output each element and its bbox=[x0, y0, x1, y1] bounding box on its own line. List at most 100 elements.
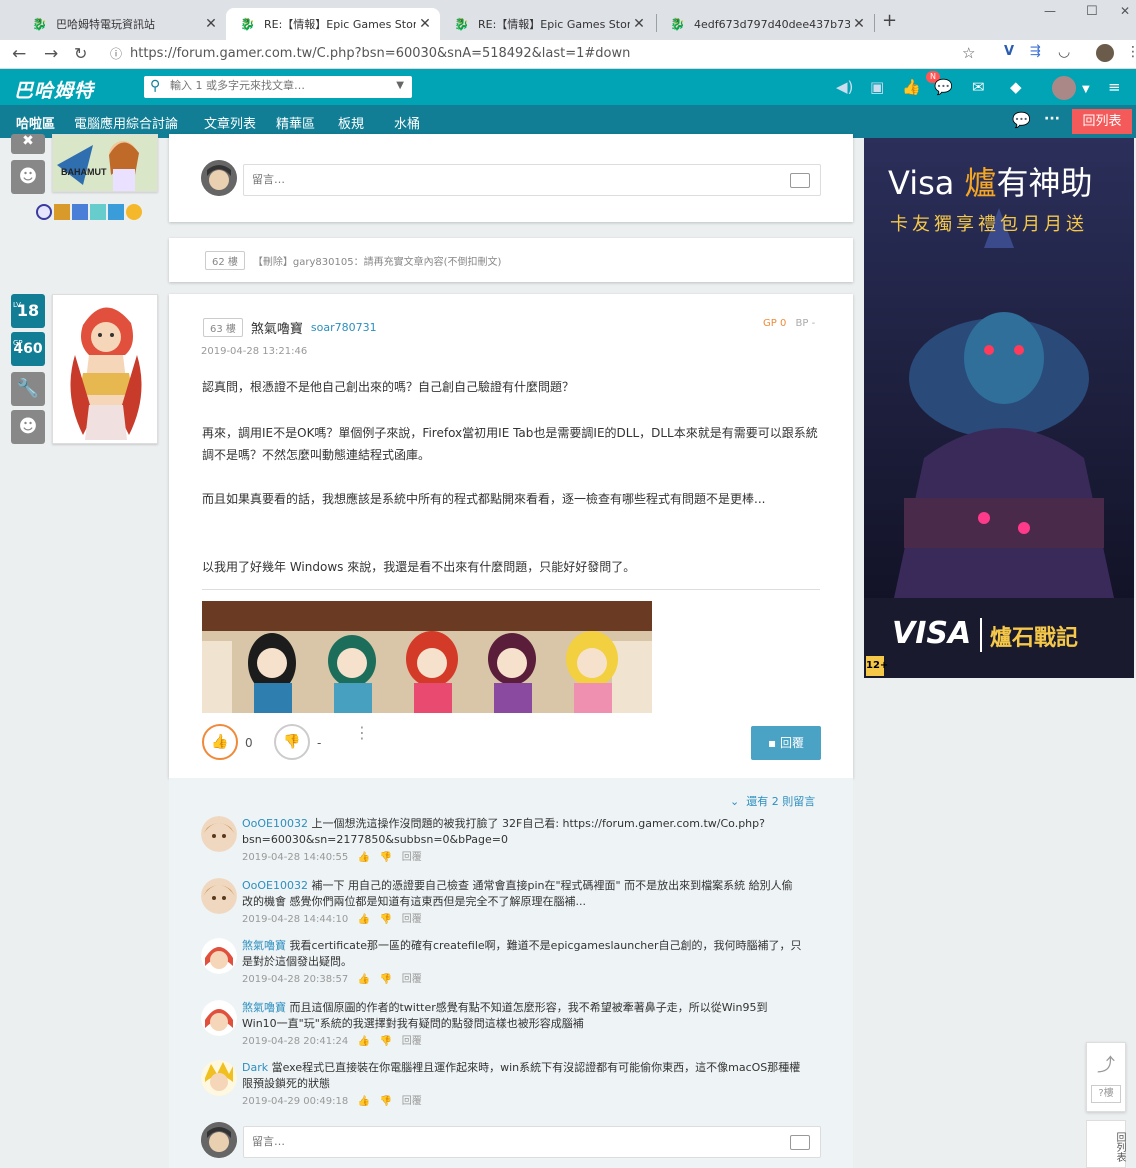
extension-arrows-icon[interactable]: ⇶ bbox=[1030, 44, 1041, 59]
pocket-icon[interactable]: ◡ bbox=[1058, 44, 1070, 60]
chat-icon[interactable]: 💬 bbox=[1012, 111, 1031, 129]
close-window-button[interactable]: ✕ bbox=[1120, 4, 1130, 18]
mask-icon[interactable]: ☻ bbox=[11, 410, 45, 444]
back-to-list-button[interactable]: 回列表 bbox=[1072, 109, 1132, 134]
post-image[interactable] bbox=[202, 601, 652, 713]
tool-icon[interactable]: ✖ bbox=[11, 134, 45, 154]
mail-icon[interactable]: ✉ bbox=[972, 78, 985, 96]
menu-dots-icon[interactable]: ⋮ bbox=[1126, 44, 1136, 60]
nav-article-list[interactable]: 文章列表 bbox=[204, 113, 256, 132]
bp-dislike-button[interactable]: 👎 bbox=[274, 724, 310, 760]
hamburger-menu-icon[interactable]: ≡ bbox=[1108, 78, 1121, 96]
wrench-icon[interactable]: 🔧 bbox=[11, 372, 45, 406]
reload-icon[interactable]: ↻ bbox=[74, 44, 87, 64]
comment-user[interactable]: OoOE10032 bbox=[242, 817, 308, 830]
close-tab-icon[interactable]: ✕ bbox=[850, 16, 868, 32]
address-bar[interactable]: ⓘ https://forum.gamer.com.tw/C.php?bsn=6… bbox=[104, 43, 990, 65]
close-tab-icon[interactable]: ✕ bbox=[202, 16, 220, 32]
like-icon[interactable]: 👍 bbox=[358, 974, 370, 985]
nav-featured[interactable]: 精華區 bbox=[276, 113, 315, 132]
back-to-list-side-button[interactable]: 回列表 bbox=[1086, 1120, 1126, 1168]
image-upload-icon[interactable] bbox=[790, 1135, 810, 1150]
like-icon[interactable]: 👍 bbox=[902, 78, 921, 96]
chat-bubble-icon[interactable]: 💬 bbox=[934, 78, 953, 96]
like-icon[interactable]: 👍 bbox=[358, 852, 370, 863]
browser-tab[interactable]: 🐉 4edf673d797d40dee437b73bf ✕ bbox=[656, 8, 874, 40]
browser-tab[interactable]: 🐉 巴哈姆特電玩資訊站 ✕ bbox=[18, 8, 226, 40]
comment-input[interactable] bbox=[252, 173, 752, 186]
comment-user[interactable]: 煞氣嚕寶 bbox=[242, 1001, 286, 1014]
browser-tab-active[interactable]: 🐉 RE:【情報】Epic Games Store僅 ✕ bbox=[226, 8, 440, 40]
commenter-avatar[interactable] bbox=[201, 938, 237, 974]
like-icon[interactable]: 👍 bbox=[358, 914, 370, 925]
new-tab-button[interactable]: + bbox=[882, 10, 897, 31]
comment-user[interactable]: Dark bbox=[242, 1061, 268, 1074]
mask-icon[interactable]: ☻ bbox=[11, 160, 45, 194]
more-options-icon[interactable]: ⋮ bbox=[354, 725, 370, 741]
visa-hearthstone-ad[interactable]: Visa 爐有神助 卡友獨享禮包月月送 VISA 爐石戰記 12+ bbox=[864, 138, 1134, 678]
close-tab-icon[interactable]: ✕ bbox=[630, 16, 648, 32]
floor-jump-input[interactable]: ?樓 bbox=[1091, 1085, 1121, 1103]
speaker-icon[interactable]: ◀) bbox=[836, 78, 853, 96]
comment-reply-link[interactable]: 回覆 bbox=[402, 914, 422, 925]
commenter-avatar[interactable] bbox=[201, 878, 237, 914]
author-avatar[interactable] bbox=[52, 294, 158, 444]
floor-jump-widget[interactable]: ⤴ ?樓 bbox=[1086, 1042, 1126, 1112]
nav-bucket[interactable]: 水桶 bbox=[394, 113, 420, 132]
extension-v-icon[interactable]: V bbox=[1004, 44, 1014, 59]
dislike-icon[interactable]: 👎 bbox=[380, 974, 392, 985]
bookmark-star-icon[interactable]: ☆ bbox=[962, 44, 975, 62]
close-tab-icon[interactable]: ✕ bbox=[416, 16, 434, 32]
comment-reply-link[interactable]: 回覆 bbox=[402, 1096, 422, 1107]
comment-reply-link[interactable]: 回覆 bbox=[402, 974, 422, 985]
chevron-down-icon[interactable]: ▼ bbox=[396, 80, 404, 91]
profile-avatar[interactable] bbox=[1096, 44, 1114, 62]
gp-like-button[interactable]: 👍 bbox=[202, 724, 238, 760]
author-nickname[interactable]: 煞氣嚕寶 bbox=[251, 318, 303, 337]
reply-button[interactable]: ▪ 回覆 bbox=[751, 726, 821, 760]
gp-count[interactable]: GP 0 bbox=[763, 318, 786, 329]
browser-tab[interactable]: 🐉 RE:【情報】Epic Games Store僅 ✕ bbox=[440, 8, 654, 40]
forward-icon[interactable]: → bbox=[44, 44, 58, 64]
bp-count[interactable]: BP - bbox=[796, 318, 816, 329]
stairs-icon[interactable]: ⤴ bbox=[1097, 1051, 1115, 1077]
bahamut-logo[interactable]: 巴哈姆特 bbox=[14, 76, 94, 103]
ad-subheadline: 卡友獨享禮包月月送 bbox=[890, 214, 1088, 235]
nav-hala[interactable]: 哈啦區 bbox=[16, 113, 55, 132]
like-icon[interactable]: 👍 bbox=[358, 1096, 370, 1107]
comment-user[interactable]: 煞氣嚕寶 bbox=[242, 939, 286, 952]
comment-input-box[interactable] bbox=[243, 164, 821, 196]
minimize-button[interactable]: — bbox=[1044, 4, 1056, 18]
search-input[interactable] bbox=[170, 79, 400, 92]
tag-icon[interactable]: ◆ bbox=[1010, 78, 1022, 96]
chevron-down-icon[interactable]: ▼ bbox=[1082, 81, 1090, 99]
rss-icon[interactable]: ▣ bbox=[870, 78, 884, 96]
show-more-comments[interactable]: ⌄ 還有 2 則留言 bbox=[730, 793, 815, 809]
comment-input-box[interactable] bbox=[243, 1126, 821, 1158]
commenter-avatar[interactable] bbox=[201, 1060, 237, 1096]
dislike-icon[interactable]: 👎 bbox=[380, 1096, 392, 1107]
comment-user[interactable]: OoOE10032 bbox=[242, 879, 308, 892]
dislike-icon[interactable]: 👎 bbox=[380, 1036, 392, 1047]
search-box[interactable]: ⚲ ▼ bbox=[144, 76, 412, 98]
more-dots-icon[interactable]: ··· bbox=[1044, 111, 1060, 127]
comment-input[interactable] bbox=[252, 1135, 752, 1148]
dislike-icon[interactable]: 👎 bbox=[380, 914, 392, 925]
dislike-icon[interactable]: 👎 bbox=[380, 852, 392, 863]
maximize-button[interactable]: ☐ bbox=[1086, 4, 1098, 19]
search-icon[interactable]: ⚲ bbox=[150, 78, 160, 94]
comment-reply-link[interactable]: 回覆 bbox=[402, 1036, 422, 1047]
user-avatar[interactable] bbox=[1052, 76, 1076, 100]
nav-rules[interactable]: 板規 bbox=[338, 113, 364, 132]
like-icon[interactable]: 👍 bbox=[358, 1036, 370, 1047]
commenter-avatar[interactable] bbox=[201, 816, 237, 852]
info-icon[interactable]: ⓘ bbox=[110, 43, 122, 65]
commenter-avatar[interactable] bbox=[201, 1000, 237, 1036]
author-id[interactable]: soar780731 bbox=[311, 321, 377, 334]
back-icon[interactable]: ← bbox=[12, 44, 26, 64]
nav-board-name[interactable]: 電腦應用綜合討論 bbox=[74, 113, 178, 132]
bahamut-favicon-icon: 🐉 bbox=[32, 17, 47, 31]
comment-reply-link[interactable]: 回覆 bbox=[402, 852, 422, 863]
prev-author-avatar[interactable]: BAHAMUT bbox=[52, 134, 158, 192]
image-upload-icon[interactable] bbox=[790, 173, 810, 188]
